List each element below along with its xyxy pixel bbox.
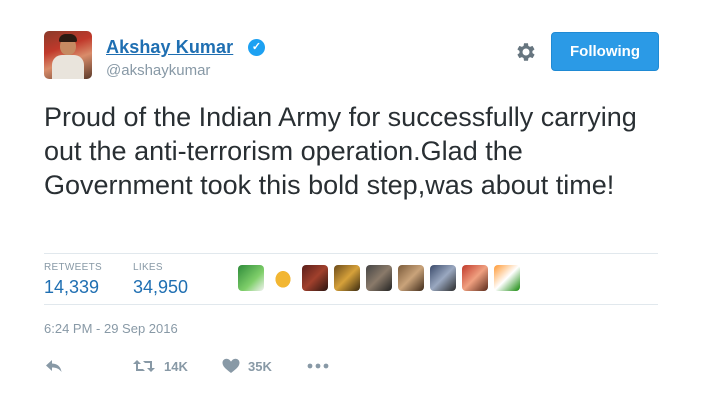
author-avatar[interactable] (44, 31, 92, 79)
likes-stat[interactable]: LIKES 34,950 (133, 262, 188, 298)
liker-avatar[interactable] (430, 265, 456, 291)
reply-icon (46, 360, 62, 372)
reply-button[interactable] (44, 355, 64, 377)
tweet-text: Proud of the Indian Army for successfull… (44, 102, 637, 200)
more-button[interactable] (307, 355, 329, 377)
divider (44, 253, 658, 254)
liker-avatar[interactable] (334, 265, 360, 291)
likes-label: LIKES (133, 262, 163, 273)
retweets-label: RETWEETS (44, 262, 102, 273)
liker-avatar[interactable] (494, 265, 520, 291)
verified-badge-icon: ✓ (248, 39, 265, 56)
author-handle[interactable]: @akshaykumar (106, 62, 210, 79)
gear-icon[interactable] (514, 40, 538, 64)
retweets-count[interactable]: 14,339 (44, 277, 102, 298)
tweet-timestamp[interactable]: 6:24 PM - 29 Sep 2016 (44, 321, 178, 336)
retweet-button[interactable]: 14K (132, 355, 188, 377)
retweet-icon (133, 360, 155, 372)
likes-count[interactable]: 34,950 (133, 277, 188, 298)
liker-avatar[interactable] (462, 265, 488, 291)
author-name[interactable]: Akshay Kumar (106, 37, 233, 58)
tweet-card: Akshay Kumar ✓ @akshaykumar Following Pr… (0, 0, 702, 409)
retweet-count: 14K (164, 358, 188, 374)
liker-avatar[interactable] (366, 265, 392, 291)
heart-icon (222, 358, 240, 373)
liker-avatar[interactable] (398, 265, 424, 291)
like-count: 35K (248, 358, 272, 374)
divider (44, 304, 658, 305)
liker-avatar[interactable] (302, 265, 328, 291)
like-button[interactable]: 35K (222, 355, 272, 377)
liker-avatar[interactable] (238, 265, 264, 291)
retweets-stat[interactable]: RETWEETS 14,339 (44, 262, 102, 298)
more-dots-icon (307, 363, 329, 369)
following-button[interactable]: Following (551, 32, 659, 71)
liker-avatar[interactable] (270, 265, 296, 291)
